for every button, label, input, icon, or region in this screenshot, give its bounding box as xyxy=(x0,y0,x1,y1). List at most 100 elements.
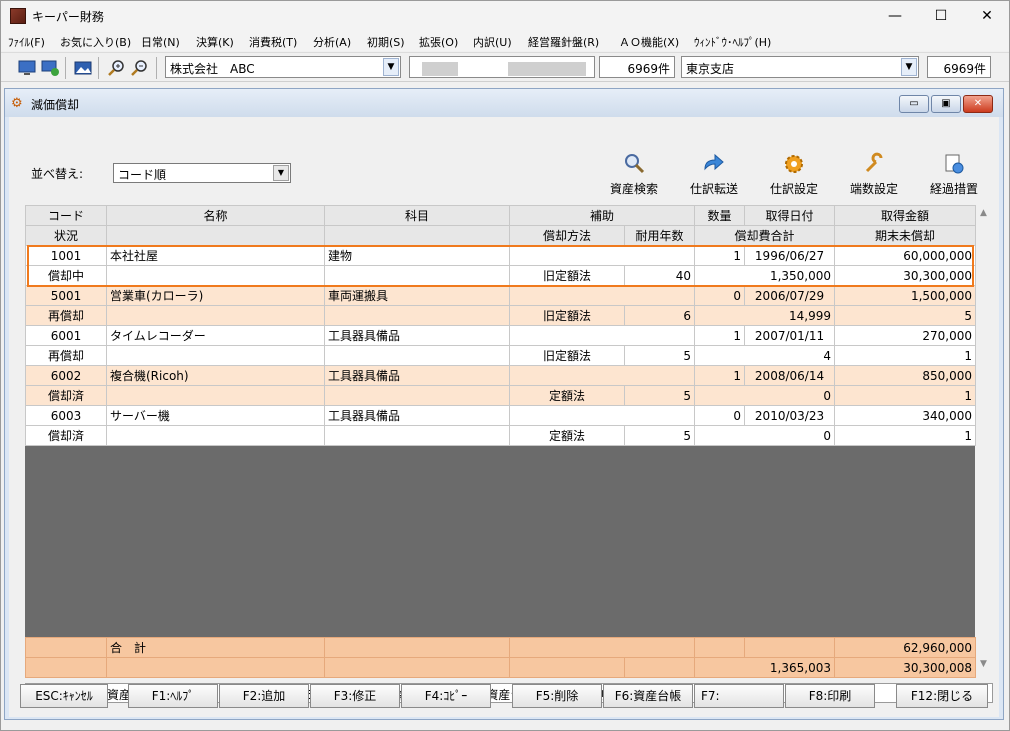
cell-method: 旧定額法 xyxy=(509,345,625,366)
menu-settlement[interactable]: 決算(K) xyxy=(196,34,234,50)
asset-row-6003-a[interactable]: 6003 サーバー機 工具器具備品 0 2010/03/23 340,000 xyxy=(25,405,977,426)
cell-empty xyxy=(324,385,510,406)
f4-copy-button[interactable]: F4:ｺﾋﾟｰ xyxy=(401,684,491,708)
cell-sub xyxy=(508,325,696,346)
cell-years: 40 xyxy=(623,265,696,286)
rounding-settings-label: 端数設定 xyxy=(849,182,898,196)
blurred-field xyxy=(409,56,595,78)
scroll-down-icon[interactable]: ▼ xyxy=(980,659,987,669)
cell-book-end: 1 xyxy=(834,425,977,446)
child-close-button[interactable]: ✕ xyxy=(963,95,993,113)
sort-label: 並べ替え: xyxy=(31,167,84,181)
cell-empty xyxy=(106,425,325,446)
wrench-icon xyxy=(865,152,883,173)
minimize-button[interactable]: — xyxy=(872,0,918,31)
f2-add-button[interactable]: F2:追加 xyxy=(219,684,309,708)
sort-select[interactable]: コード順 ▼ xyxy=(113,163,291,183)
menu-ao-functions[interactable]: ＡＯ機能(X) xyxy=(619,34,679,50)
cell-amount: 850,000 xyxy=(834,365,977,386)
asset-row-6003-b[interactable]: 償却済 定額法 5 0 1 xyxy=(25,425,977,446)
company-name: 株式会社 ABC xyxy=(170,62,255,76)
asset-row-6002-a[interactable]: 6002 複合機(Ricoh) 工具器具備品 1 2008/06/14 850,… xyxy=(25,365,977,386)
cell-code: 5001 xyxy=(25,285,107,306)
close-button[interactable]: ✕ xyxy=(964,0,1010,31)
asset-row-6001-a[interactable]: 6001 タイムレコーダー 工具器具備品 1 2007/01/11 270,00… xyxy=(25,325,977,346)
branch-name: 東京支店 xyxy=(686,62,735,76)
chevron-down-icon[interactable]: ▼ xyxy=(273,165,289,181)
journal-transfer-button[interactable]: 仕訳転送 xyxy=(677,151,751,199)
totals-label: 合 計 xyxy=(106,637,325,658)
esc-cancel-button[interactable]: ESC:ｷｬﾝｾﾙ xyxy=(20,684,108,708)
company-select[interactable]: 株式会社 ABC ▼ xyxy=(165,56,401,78)
f5-delete-button[interactable]: F5:削除 xyxy=(512,684,602,708)
menu-daily[interactable]: 日常(N) xyxy=(141,34,180,50)
f6-asset-ledger-button[interactable]: F6:資産台帳 xyxy=(603,684,693,708)
monitor-icon[interactable] xyxy=(17,58,37,78)
company-count: 6969件 xyxy=(599,56,675,78)
cell-sub xyxy=(508,245,696,266)
cell-empty xyxy=(744,637,835,658)
transitional-measures-button[interactable]: 経過措置 xyxy=(917,151,991,199)
menu-breakdown[interactable]: 内訳(U) xyxy=(473,34,512,50)
journal-transfer-label: 仕訳転送 xyxy=(689,182,738,196)
header-acq-date: 取得日付 xyxy=(744,205,836,226)
header-code: コード xyxy=(25,205,107,226)
header-status: 状況 xyxy=(25,225,107,246)
menu-compass[interactable]: 経営羅針盤(R) xyxy=(528,34,599,50)
chevron-down-icon[interactable]: ▼ xyxy=(383,58,399,76)
header-qty: 数量 xyxy=(694,205,746,226)
child-restore-button[interactable]: ▣ xyxy=(931,95,961,113)
cell-date: 2008/06/14 xyxy=(744,365,836,386)
cell-amount: 340,000 xyxy=(834,405,977,426)
cell-status: 再償却 xyxy=(25,345,107,366)
asset-row-1001-b[interactable]: 償却中 旧定額法 40 1,350,000 30,300,000 xyxy=(25,265,977,286)
menu-analysis[interactable]: 分析(A) xyxy=(313,34,351,50)
cell-years: 5 xyxy=(623,425,696,446)
maximize-button[interactable]: ☐ xyxy=(918,0,964,31)
image-icon[interactable] xyxy=(73,58,93,78)
scroll-up-icon[interactable]: ▲ xyxy=(980,208,987,218)
totals-book-end: 30,300,008 xyxy=(834,657,976,678)
header-account: 科目 xyxy=(324,205,510,226)
f7-button[interactable]: F7: xyxy=(694,684,784,708)
menu-file[interactable]: ﾌｧｲﾙ(F) xyxy=(8,34,45,50)
menu-initial[interactable]: 初期(S) xyxy=(367,34,405,50)
f1-help-button[interactable]: F1:ﾍﾙﾌﾟ xyxy=(128,684,218,708)
rounding-settings-button[interactable]: 端数設定 xyxy=(837,151,911,199)
depreciation-window: ⚙ 減価償却 ▭ ▣ ✕ 並べ替え: コード順 ▼ 資産検索 仕訳転送 仕訳設定… xyxy=(4,88,1004,720)
f12-close-button[interactable]: F12:閉じる xyxy=(896,684,988,708)
cell-status: 再償却 xyxy=(25,305,107,326)
cell-qty: 1 xyxy=(694,325,746,346)
zoom-in-icon[interactable] xyxy=(106,58,126,78)
cell-years: 5 xyxy=(623,385,696,406)
chevron-down-icon[interactable]: ▼ xyxy=(901,58,917,76)
monitor-refresh-icon[interactable] xyxy=(40,58,60,78)
asset-row-1001-a[interactable]: 1001 本社社屋 建物 1 1996/06/27 60,000,000 xyxy=(25,245,977,266)
menu-favorites[interactable]: お気に入り(B) xyxy=(60,34,131,50)
cell-account: 建物 xyxy=(324,245,510,266)
journal-settings-button[interactable]: 仕訳設定 xyxy=(757,151,831,199)
cell-name: 複合機(Ricoh) xyxy=(106,365,325,386)
branch-select[interactable]: 東京支店 ▼ xyxy=(681,56,919,78)
cell-empty xyxy=(25,657,107,678)
asset-search-button[interactable]: 資産検索 xyxy=(597,151,671,199)
asset-row-6002-b[interactable]: 償却済 定額法 5 0 1 xyxy=(25,385,977,406)
f3-edit-button[interactable]: F3:修正 xyxy=(310,684,400,708)
vertical-scrollbar[interactable]: ▲ ▼ xyxy=(977,205,995,673)
cell-code: 1001 xyxy=(25,245,107,266)
cell-method: 定額法 xyxy=(509,425,625,446)
cell-amount: 1,500,000 xyxy=(834,285,977,306)
menu-extension[interactable]: 拡張(O) xyxy=(419,34,458,50)
asset-row-5001-b[interactable]: 再償却 旧定額法 6 14,999 5 xyxy=(25,305,977,326)
function-key-bar: ESC:ｷｬﾝｾﾙ F1:ﾍﾙﾌﾟ F2:追加 F3:修正 F4:ｺﾋﾟｰ F5… xyxy=(0,684,1010,710)
cell-code: 6003 xyxy=(25,405,107,426)
cell-account: 車両運搬具 xyxy=(324,285,510,306)
menu-window-help[interactable]: ｳｨﾝﾄﾞｳ･ﾍﾙﾌﾟ(H) xyxy=(694,34,771,50)
asset-row-5001-a[interactable]: 5001 営業車(カローラ) 車両運搬具 0 2006/07/29 1,500,… xyxy=(25,285,977,306)
zoom-out-icon[interactable] xyxy=(129,58,149,78)
menu-consumption-tax[interactable]: 消費税(T) xyxy=(249,34,297,50)
f8-print-button[interactable]: F8:印刷 xyxy=(785,684,875,708)
cell-name: タイムレコーダー xyxy=(106,325,325,346)
asset-row-6001-b[interactable]: 再償却 旧定額法 5 4 1 xyxy=(25,345,977,366)
child-minimize-button[interactable]: ▭ xyxy=(899,95,929,113)
